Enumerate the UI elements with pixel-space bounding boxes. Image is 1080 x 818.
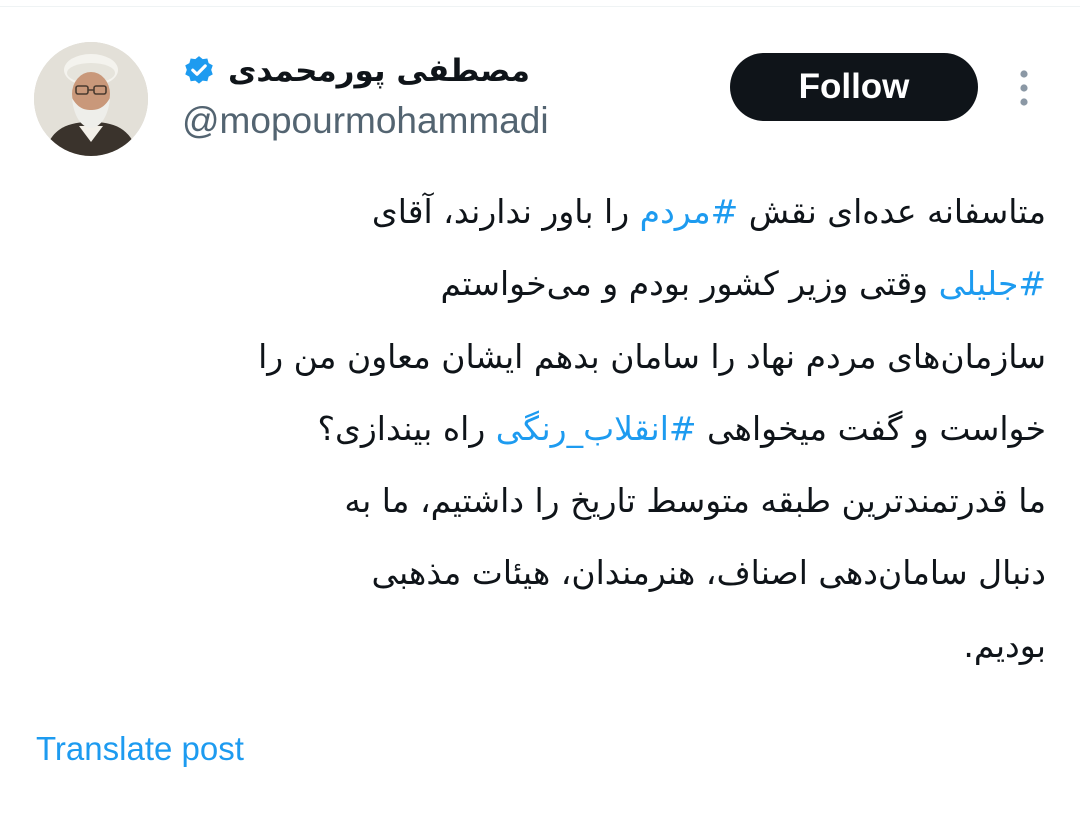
avatar[interactable]: [34, 42, 148, 156]
tweet-line: ما قدرتمندترین طبقه متوسط تاریخ را داشتی…: [30, 465, 1046, 537]
hashtag-link[interactable]: #مردم: [640, 192, 739, 231]
tweet-text-segment: سازمان‌های مردم نهاد را سامان بدهم ایشان…: [258, 336, 1046, 376]
tweet-line: سازمان‌های مردم نهاد را سامان بدهم ایشان…: [30, 321, 1046, 393]
follow-button[interactable]: Follow: [730, 53, 978, 121]
tweet-text-segment: وقتی وزیر کشور بودم و می‌خواستم: [440, 264, 939, 304]
tweet-line: #جلیلی وقتی وزیر کشور بودم و می‌خواستم: [30, 248, 1046, 320]
hashtag-link[interactable]: #انقلاب_رنگی: [496, 409, 697, 448]
tweet-text-segment: را باور ندارند، آقای: [371, 192, 640, 231]
verified-badge-icon: [182, 54, 216, 88]
tweet-text-segment: ما قدرتمندترین طبقه متوسط تاریخ را داشتی…: [344, 481, 1046, 521]
tweet-text-segment: راه بیندازی؟: [317, 408, 496, 448]
tweet-text: متاسفانه عده‌ای نقش #مردم را باور ندارند…: [30, 176, 1046, 682]
profile-photo: [34, 42, 148, 156]
tweet-text-segment: بودیم.: [963, 625, 1046, 665]
hashtag-link[interactable]: #جلیلی: [939, 264, 1046, 303]
tweet-line: دنبال سامان‌دهی اصناف، هنرمندان، هیئات م…: [30, 537, 1046, 609]
tweet-line: خواست و گفت میخواهی #انقلاب_رنگی راه بین…: [30, 393, 1047, 465]
tweet-line: متاسفانه عده‌ای نقش #مردم را باور ندارند…: [30, 176, 1046, 248]
top-divider: [0, 6, 1080, 7]
translate-post-link[interactable]: Translate post: [36, 730, 244, 768]
tweet-text-segment: خواست و گفت میخواهی: [696, 408, 1046, 448]
tweet-text-segment: متاسفانه عده‌ای نقش: [738, 192, 1046, 231]
author-display-name[interactable]: مصطفی پورمحمدی: [228, 53, 530, 89]
more-vertical-icon[interactable]: [1010, 68, 1038, 108]
author-name-row: مصطفی پورمحمدی: [182, 50, 530, 92]
author-handle[interactable]: @mopourmohammadi: [182, 100, 549, 142]
tweet-text-segment: دنبال سامان‌دهی اصناف، هنرمندان، هیئات م…: [371, 553, 1046, 593]
tweet-line: بودیم.: [30, 610, 1046, 682]
